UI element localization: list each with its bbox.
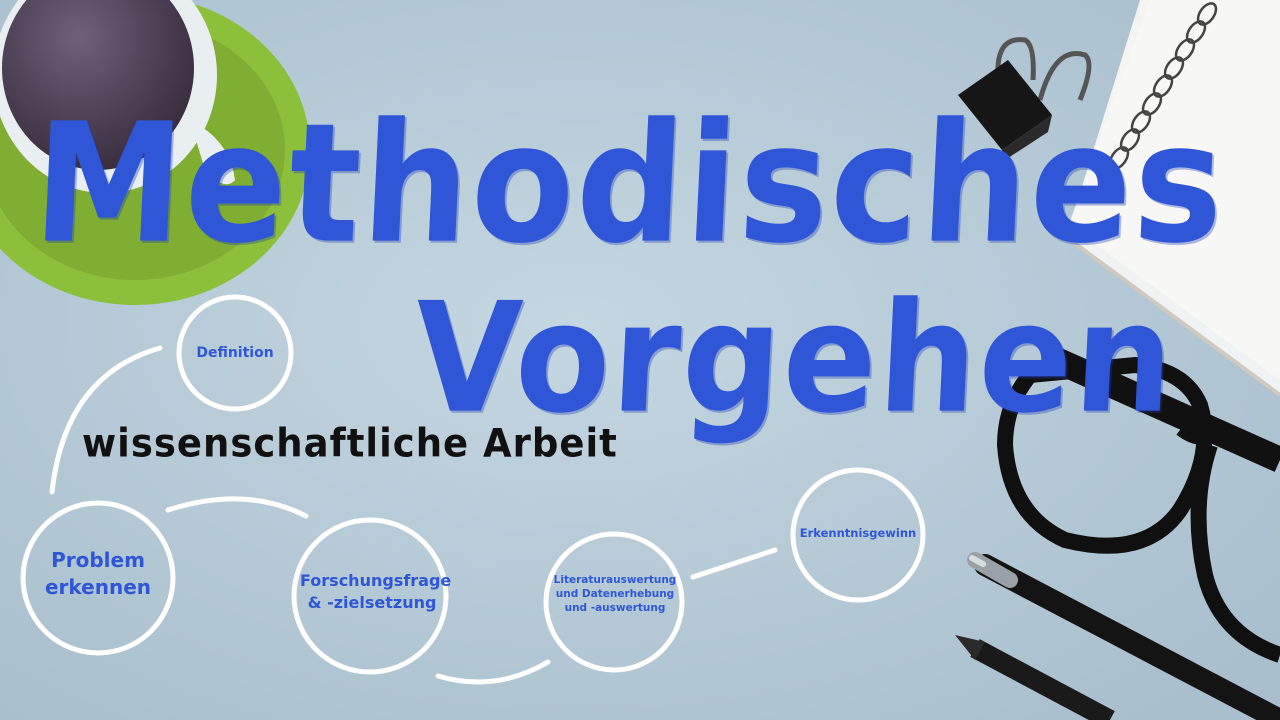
title-line-2: Vorgehen	[410, 269, 1180, 447]
subtitle: wissenschaftliche Arbeit	[82, 420, 618, 467]
title-line-1: Methodisches	[29, 88, 1230, 281]
node-literatur-label: Literaturauswertung und Datenerhebung un…	[553, 574, 677, 615]
node-definition-label: Definition	[196, 345, 274, 361]
node-forschungsfrage-label: Forschungsfrage & -zielsetzung	[300, 571, 452, 612]
node-problem-label: Problem erkennen	[44, 548, 152, 599]
node-erkenntnis-label: Erkenntnisgewinn	[799, 526, 917, 540]
